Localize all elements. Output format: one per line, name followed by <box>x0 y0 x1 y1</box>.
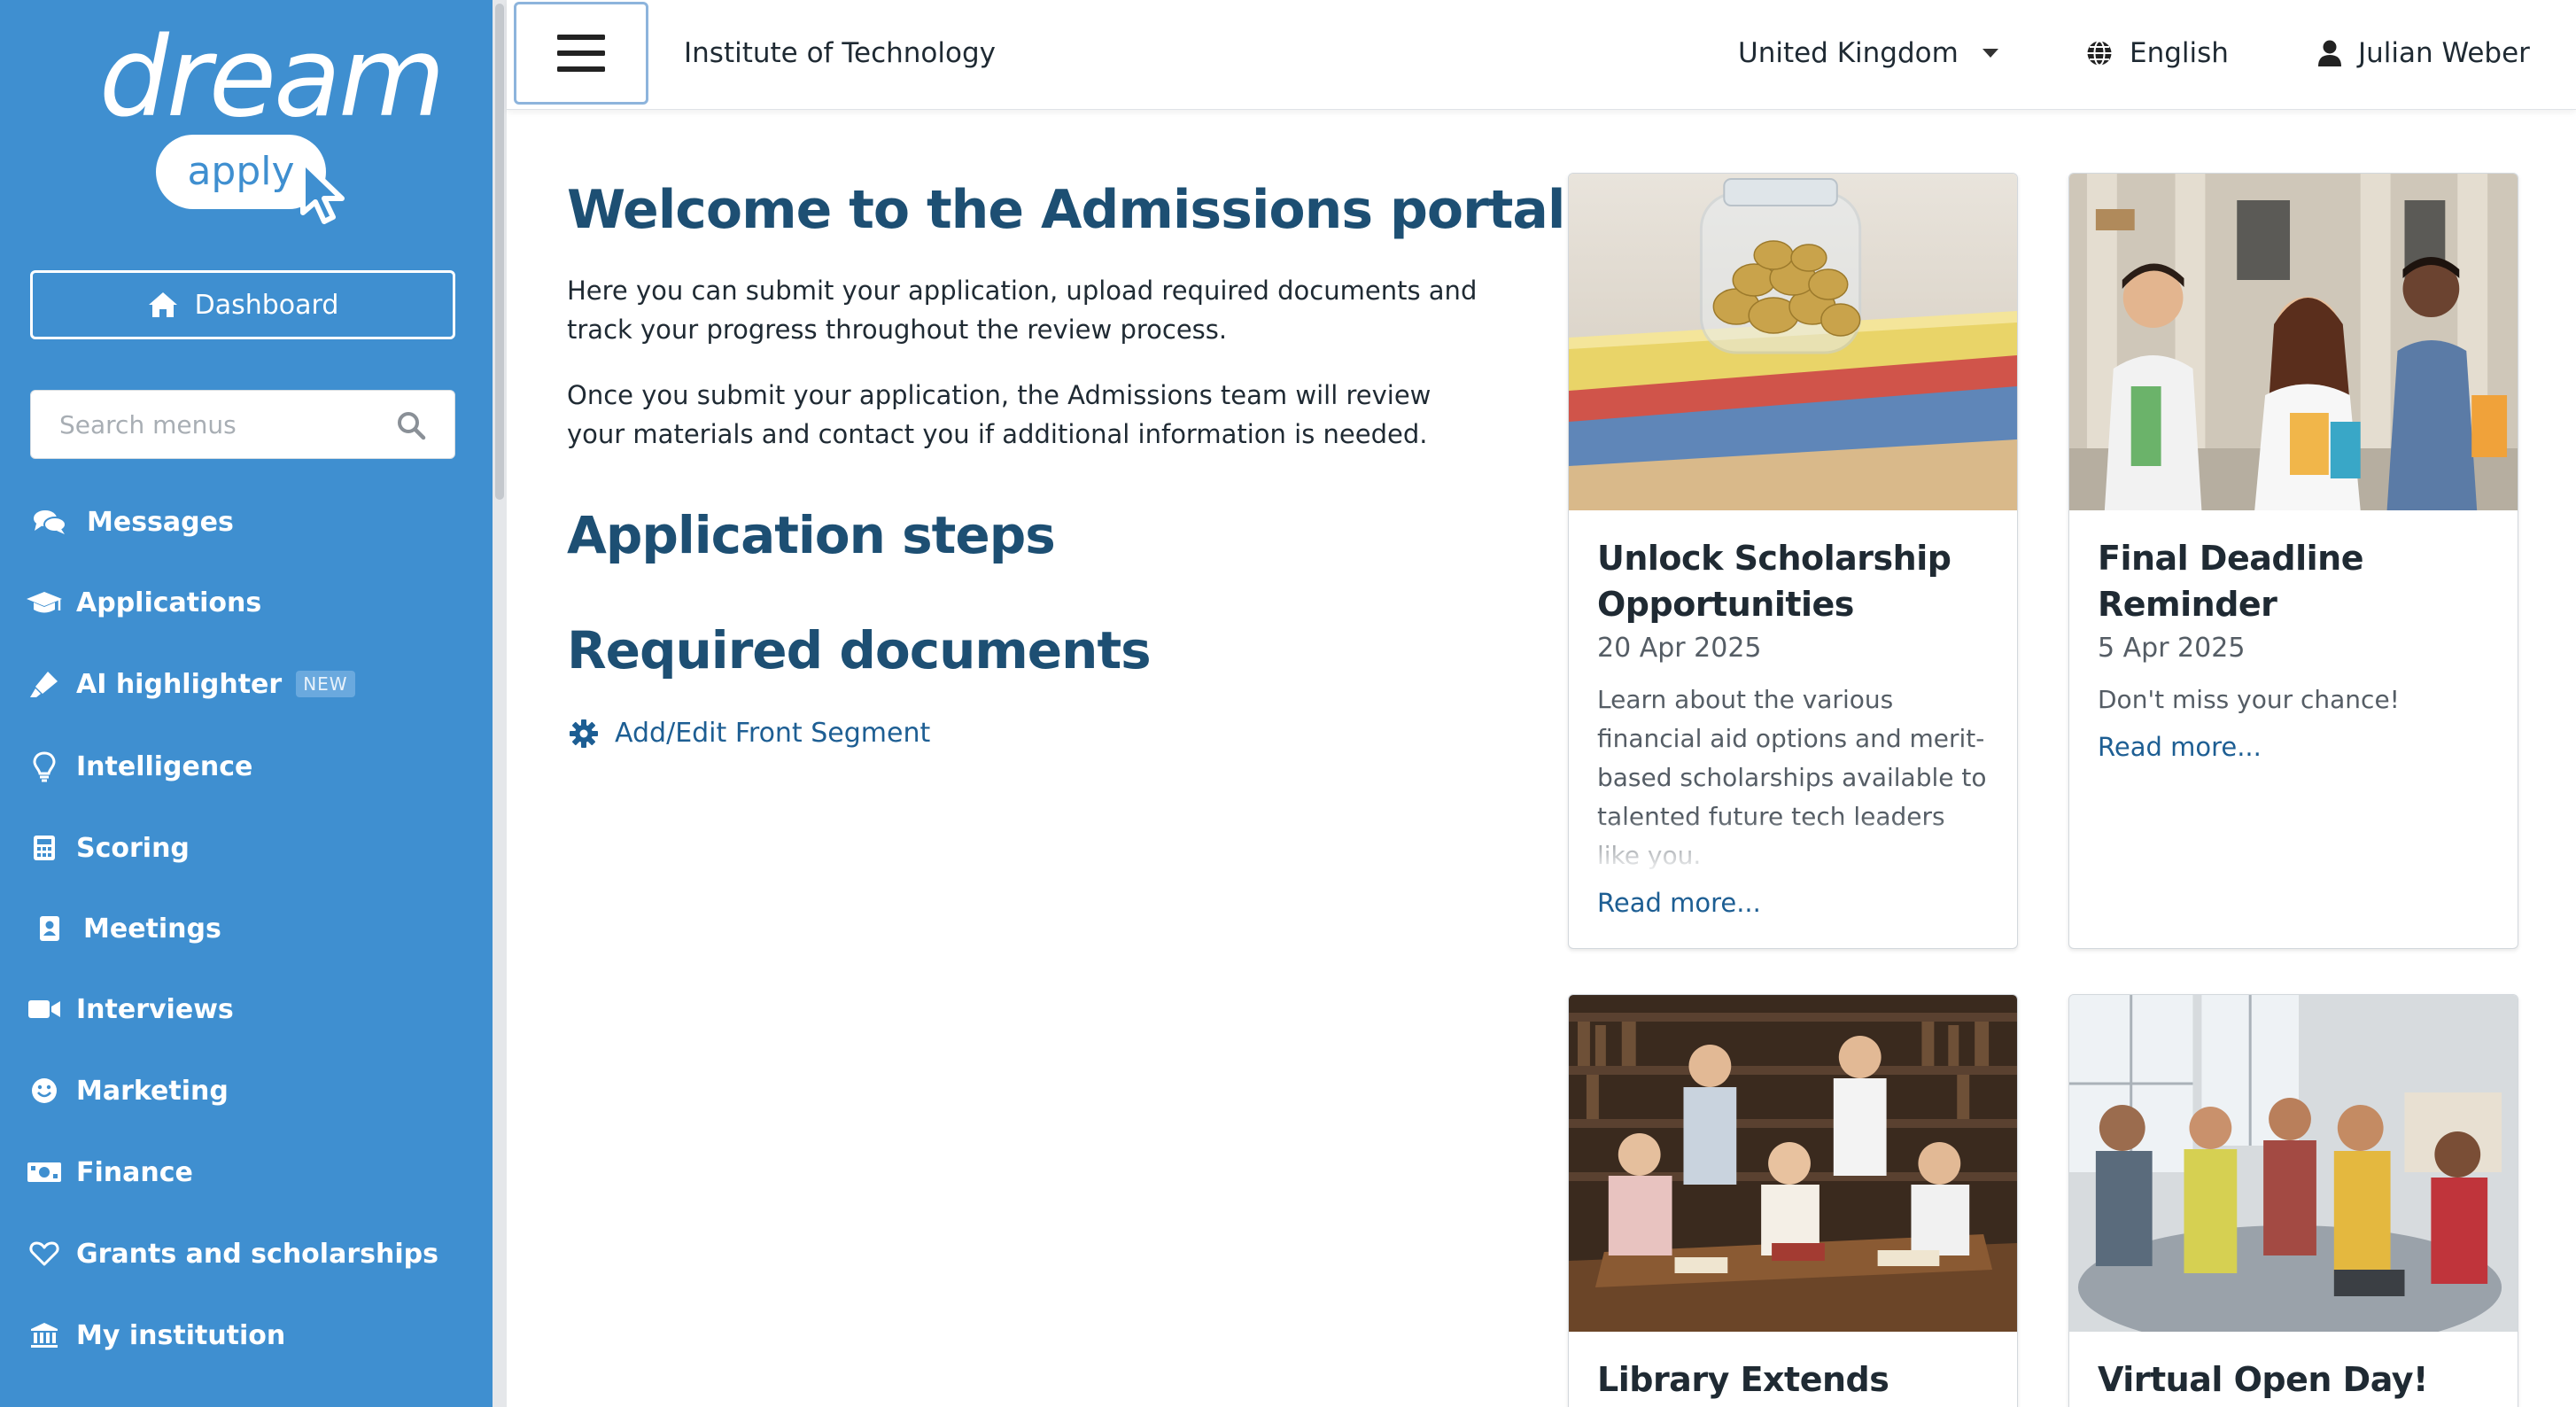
highlighter-icon <box>21 666 67 702</box>
read-more-link[interactable]: Read more... <box>2098 732 2262 762</box>
read-more-link[interactable]: Read more... <box>1597 888 1761 918</box>
card-title: Unlock Scholarship Opportunities <box>1597 539 1951 624</box>
calculator-icon <box>21 830 67 866</box>
institution-icon <box>21 1318 67 1353</box>
sidebar-item-interviews[interactable]: Interviews <box>0 978 493 1040</box>
page-title: Welcome to the Admissions portal <box>567 179 1565 241</box>
students-classroom-image <box>2069 995 2518 1332</box>
students-celebrating-image <box>2069 174 2518 510</box>
top-bar: Institute of Technology United Kingdom E… <box>507 0 2576 110</box>
user-menu[interactable]: Julian Weber <box>2317 0 2530 106</box>
card-description: Don't miss your chance! <box>2098 685 2400 714</box>
card-date: 20 Apr 2025 <box>1597 633 1762 664</box>
card-title: Final Deadline Reminder <box>2098 539 2363 624</box>
globe-icon <box>2087 40 2112 66</box>
gear-icon <box>570 719 598 748</box>
smile-icon <box>21 1073 67 1108</box>
search-menus-box <box>30 390 455 459</box>
dashboard-label: Dashboard <box>194 289 339 321</box>
caret-down-icon <box>1982 49 1998 58</box>
sidebar-item-finance[interactable]: Finance <box>0 1141 493 1203</box>
intro-paragraph-1: Here you can submit your application, up… <box>567 276 1478 345</box>
card-date: 5 Apr 2025 <box>2098 633 2246 664</box>
sidebar-scrollbar[interactable] <box>493 0 507 1407</box>
language-label: English <box>2130 37 2229 69</box>
language-selector[interactable]: English <box>2085 0 2229 106</box>
sidebar-item-label: Marketing <box>76 1075 229 1107</box>
dreamapply-logo[interactable]: dream apply <box>97 16 446 224</box>
sidebar-item-scoring[interactable]: Scoring <box>0 817 493 879</box>
students-library-image <box>1569 995 2017 1332</box>
sidebar: dream apply Dashboard Search menus Messa… <box>0 0 493 1407</box>
application-steps-heading: Application steps <box>567 505 1056 565</box>
news-card-library[interactable]: Library Extends <box>1568 994 2018 1407</box>
lightbulb-icon <box>21 749 67 784</box>
sidebar-scrollbar-thumb[interactable] <box>495 4 504 500</box>
search-icon[interactable] <box>396 410 426 440</box>
required-documents-heading: Required documents <box>567 620 1152 680</box>
coin-jar-books-image <box>1569 174 2017 510</box>
address-book-icon <box>27 911 73 946</box>
money-bill-icon <box>21 1154 67 1190</box>
sidebar-item-meetings[interactable]: Meetings <box>0 898 493 960</box>
new-badge: NEW <box>296 671 355 697</box>
search-menus-input[interactable] <box>31 391 385 458</box>
sidebar-item-label: Applications <box>76 587 262 618</box>
card-body: Unlock Scholarship Opportunities 20 Apr … <box>1569 510 2017 918</box>
sidebar-item-label: My institution <box>76 1319 286 1351</box>
card-body: Virtual Open Day! <box>2069 1332 2518 1403</box>
sidebar-item-applications[interactable]: Applications <box>0 571 493 634</box>
graduation-cap-icon <box>21 585 67 620</box>
intro-paragraph-2: Once you submit your application, the Ad… <box>567 380 1432 449</box>
card-title: Virtual Open Day! <box>2098 1360 2428 1399</box>
news-card-deadline[interactable]: Final Deadline Reminder 5 Apr 2025 Don't… <box>2068 173 2518 949</box>
institution-title: Institute of Technology <box>684 37 996 69</box>
sidebar-item-ai-highlighter[interactable]: AI highlighter NEW <box>0 653 493 715</box>
sidebar-item-messages[interactable]: Messages <box>0 491 493 553</box>
news-card-open-day[interactable]: Virtual Open Day! <box>2068 994 2518 1407</box>
sidebar-item-grants-and-scholarships[interactable]: Grants and scholarships <box>0 1223 493 1285</box>
sidebar-item-label: Scoring <box>76 832 190 864</box>
news-card-scholarship[interactable]: Unlock Scholarship Opportunities 20 Apr … <box>1568 173 2018 949</box>
card-title: Library Extends <box>1597 1360 1889 1399</box>
sidebar-item-my-institution[interactable]: My institution <box>0 1304 493 1366</box>
comments-icon <box>27 504 73 540</box>
hamburger-menu-button[interactable] <box>514 2 648 105</box>
sidebar-item-label: Interviews <box>76 993 234 1025</box>
sidebar-item-label: Grants and scholarships <box>76 1238 438 1270</box>
add-edit-front-segment-label: Add/Edit Front Segment <box>615 718 931 749</box>
heart-icon <box>21 1236 67 1271</box>
card-description: Learn about the various financial aid op… <box>1597 685 1987 870</box>
sidebar-item-marketing[interactable]: Marketing <box>0 1060 493 1122</box>
sidebar-item-label: Meetings <box>83 913 221 944</box>
logo-wordmark: dream <box>99 14 446 142</box>
sidebar-item-intelligence[interactable]: Intelligence <box>0 735 493 797</box>
dashboard-button[interactable]: Dashboard <box>30 270 455 339</box>
user-icon <box>2318 40 2341 66</box>
add-edit-front-segment-link[interactable]: Add/Edit Front Segment <box>569 718 930 749</box>
country-selector[interactable]: United Kingdom <box>1738 0 1999 106</box>
sidebar-item-label: Finance <box>76 1156 193 1188</box>
card-body: Final Deadline Reminder 5 Apr 2025 Don't… <box>2069 510 2518 762</box>
sidebar-item-label: Messages <box>87 506 234 538</box>
country-label: United Kingdom <box>1738 37 1959 69</box>
video-camera-icon <box>21 991 67 1027</box>
sidebar-item-label: AI highlighter <box>76 668 283 700</box>
user-name: Julian Weber <box>2358 37 2530 69</box>
pointer-cursor-icon <box>300 159 345 224</box>
home-icon <box>148 292 177 317</box>
hamburger-icon <box>557 35 605 72</box>
sidebar-item-label: Intelligence <box>76 750 253 782</box>
card-body: Library Extends <box>1569 1332 2017 1403</box>
